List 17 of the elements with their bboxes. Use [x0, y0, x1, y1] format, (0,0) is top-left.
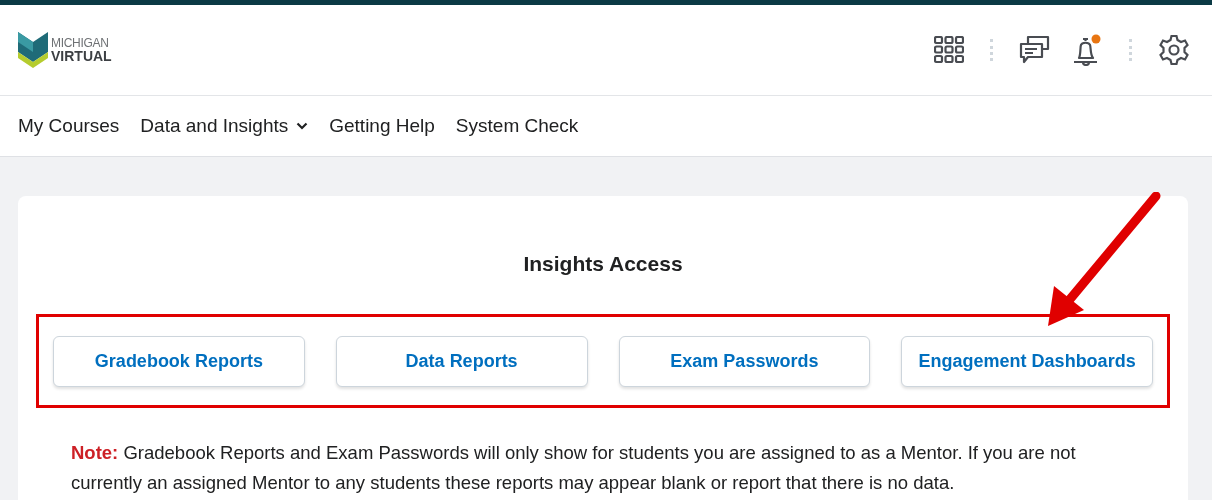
nav-link[interactable]: Getting Help	[329, 115, 435, 137]
bell-icon[interactable]	[1071, 34, 1103, 66]
nav-link[interactable]: My Courses	[18, 115, 120, 137]
report-button[interactable]: Engagement Dashboards	[901, 336, 1153, 387]
logo-icon	[18, 32, 48, 68]
report-button[interactable]: Exam Passwords	[618, 336, 871, 387]
logo-text: MICHIGAN	[51, 37, 110, 50]
settings-icon[interactable]	[1158, 34, 1190, 66]
report-button[interactable]: Gradebook Reports	[53, 336, 305, 387]
chat-icon[interactable]	[1019, 34, 1051, 66]
logo-text: VIRTUAL	[51, 50, 112, 63]
nav-link[interactable]: Data and Insights	[140, 115, 309, 137]
note-text: Note: Gradebook Reports and Exam Passwords will only show for students you are assigned to as a Mentor. If you are not currently an assigned Mentor to any students these reports may appear blank or report that there is no data.	[71, 441, 1077, 495]
report-button[interactable]: Data Reports	[335, 336, 588, 387]
card-title: Insights Access	[522, 252, 684, 276]
app-grid-icon[interactable]	[934, 36, 964, 64]
nav-link[interactable]: System Check	[455, 115, 579, 137]
